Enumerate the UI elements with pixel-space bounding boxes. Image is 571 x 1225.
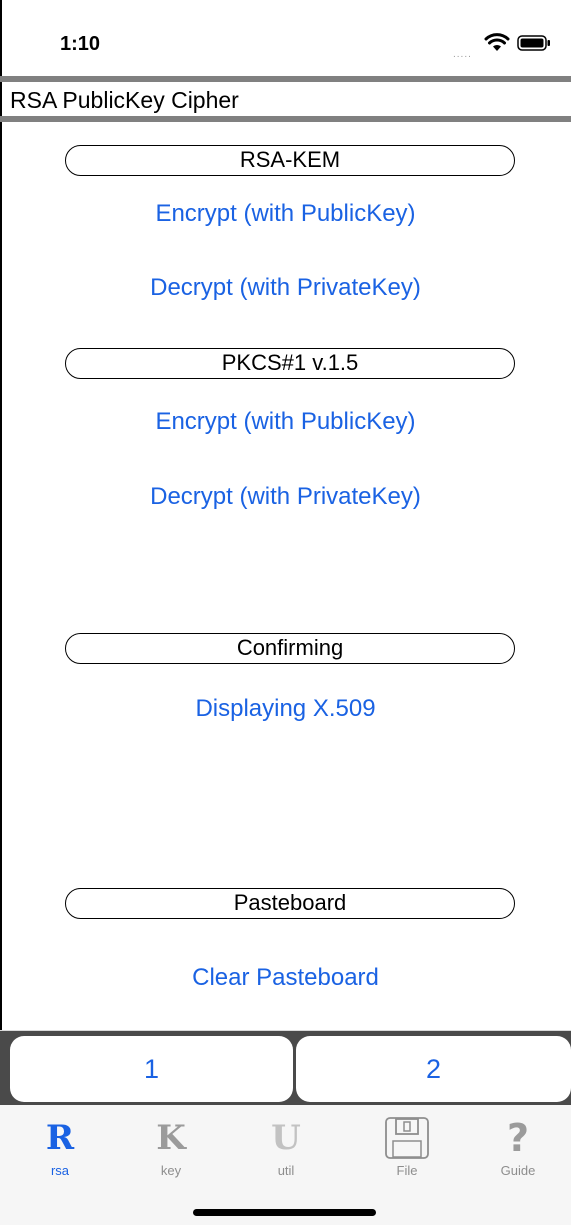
tab-guide[interactable]: ? Guide (473, 1115, 563, 1178)
clear-pasteboard-button[interactable]: Clear Pasteboard (0, 964, 571, 992)
wifi-icon (484, 33, 510, 51)
segment-1-button[interactable]: 1 (10, 1036, 293, 1102)
key-letter-icon: K (156, 1118, 186, 1158)
tab-label: Guide (500, 1163, 536, 1178)
pkcs1-decrypt-button[interactable]: Decrypt (with PrivateKey) (0, 483, 571, 511)
display-x509-button[interactable]: Displaying X.509 (0, 695, 571, 723)
tab-label: key (160, 1163, 182, 1178)
tab-file[interactable]: File (362, 1115, 452, 1178)
section-header-pasteboard: Pasteboard (65, 888, 515, 919)
segment-2-button[interactable]: 2 (296, 1036, 571, 1102)
rsa-letter-icon: R (45, 1118, 75, 1158)
pkcs1-encrypt-button[interactable]: Encrypt (with PublicKey) (0, 408, 571, 436)
section-header-confirming: Confirming (65, 633, 515, 664)
tab-label: util (277, 1163, 295, 1178)
tab-bar: R rsa K key U util File ? Guide (0, 1105, 571, 1225)
page-title: RSA PublicKey Cipher (10, 87, 239, 113)
title-bar: RSA PublicKey Cipher (0, 76, 571, 122)
question-mark-icon: ? (506, 1116, 530, 1160)
rsa-kem-decrypt-button[interactable]: Decrypt (with PrivateKey) (0, 274, 571, 302)
section-header-pkcs1: PKCS#1 v.1.5 (65, 348, 515, 379)
util-letter-icon: U (271, 1118, 301, 1158)
tab-key[interactable]: K key (126, 1115, 216, 1178)
home-indicator (193, 1209, 376, 1216)
battery-icon (517, 35, 550, 51)
status-bar: 1:10 ..... (0, 0, 571, 76)
tab-label: File (396, 1163, 418, 1178)
floppy-disk-icon (362, 1115, 452, 1161)
segment-bar: 1 2 (0, 1030, 571, 1105)
tab-util[interactable]: U util (241, 1115, 331, 1178)
section-header-rsa-kem: RSA-KEM (65, 145, 515, 176)
tab-label: rsa (50, 1163, 70, 1178)
signal-dots-icon: ..... (453, 49, 472, 60)
status-time: 1:10 (60, 33, 101, 55)
rsa-kem-encrypt-button[interactable]: Encrypt (with PublicKey) (0, 200, 571, 228)
tab-rsa[interactable]: R rsa (15, 1115, 105, 1178)
